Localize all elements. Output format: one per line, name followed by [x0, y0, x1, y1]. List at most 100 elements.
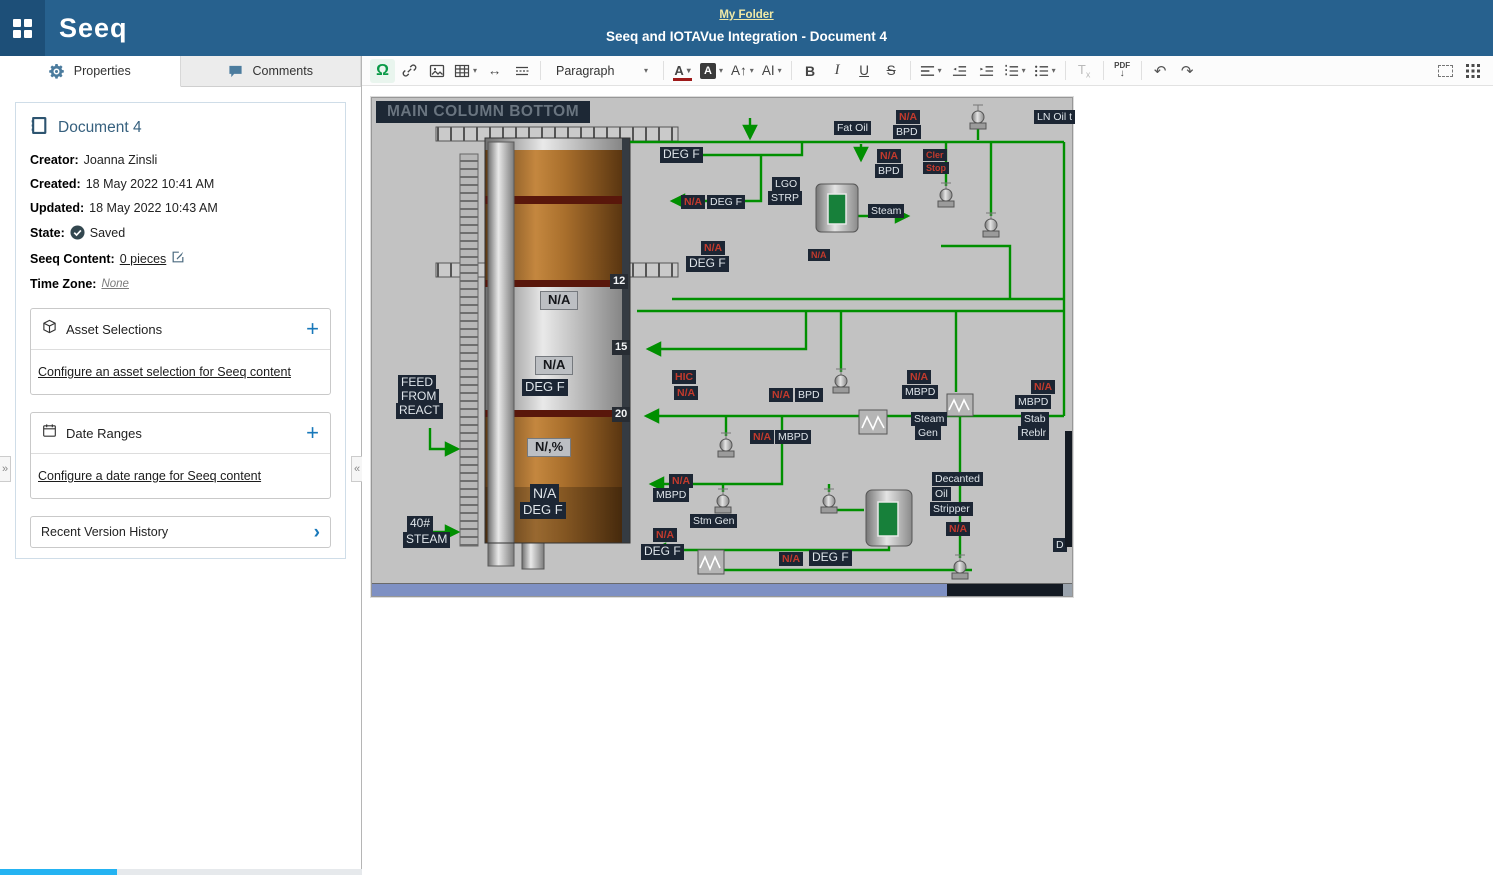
main-area: Properties Comments Document 4: [0, 56, 1493, 875]
gear-icon: [49, 63, 65, 79]
waffle-icon: [13, 19, 32, 38]
diagram-title: MAIN COLUMN BOTTOM: [376, 101, 590, 123]
top-bar: Seeq My Folder Seeq and IOTAVue Integrat…: [0, 0, 1493, 56]
field-creator-value: Joanna Zinsli: [84, 153, 158, 167]
undo-button[interactable]: ↶: [1148, 59, 1173, 83]
paragraph-style-select[interactable]: Paragraph ▾: [547, 59, 657, 83]
edit-icon[interactable]: [171, 250, 185, 267]
comment-icon: [228, 63, 244, 79]
strikethrough-button[interactable]: S: [879, 59, 904, 83]
recent-version-history[interactable]: Recent Version History ›: [30, 516, 331, 548]
properties-panel: Document 4 Creator: Joanna Zinsli Create…: [0, 87, 361, 875]
document-card-header: Document 4: [30, 116, 331, 140]
date-ranges-header: Date Ranges +: [31, 413, 330, 453]
font-size-grow-button[interactable]: A↑ ▾: [728, 59, 757, 83]
panel-expand-handle[interactable]: »: [0, 456, 11, 482]
document-card-title: Document 4: [58, 119, 142, 137]
page-break-button[interactable]: [509, 59, 534, 83]
background-color-glyph: A: [700, 63, 716, 79]
download-arrow-icon: ↓: [1120, 69, 1125, 79]
calendar-icon: [42, 423, 57, 443]
add-asset-selection-button[interactable]: +: [306, 318, 319, 340]
font-color-button[interactable]: A ▾: [670, 59, 695, 83]
date-ranges-title: Date Ranges: [66, 426, 142, 441]
toolbar-separator: [791, 61, 792, 80]
dot-grid-icon: [1465, 63, 1481, 79]
configure-date-range-link[interactable]: Configure a date range for Seeq content: [38, 469, 261, 483]
field-updated-value: 18 May 2022 10:43 AM: [89, 201, 218, 215]
seeq-logo: Seeq: [45, 0, 142, 56]
indent-icon: [979, 64, 994, 78]
timezone-link[interactable]: None: [101, 278, 129, 290]
bold-button[interactable]: B: [798, 59, 823, 83]
italic-button[interactable]: I: [825, 59, 850, 83]
chevron-down-icon: ▾: [778, 66, 782, 75]
link-icon: [402, 63, 417, 78]
field-state-value: Saved: [90, 226, 125, 240]
field-state: State: Saved: [30, 225, 331, 240]
chevron-down-icon: ▾: [473, 66, 477, 75]
chevron-right-icon: ›: [314, 523, 320, 542]
bullet-list-icon: [1034, 64, 1049, 78]
sidebar-collapse-handle[interactable]: «: [351, 456, 362, 482]
toolbar-separator: [663, 61, 664, 80]
ordered-list-icon: [1004, 64, 1019, 78]
underline-button[interactable]: U: [852, 59, 877, 83]
align-button[interactable]: ▾: [917, 59, 945, 83]
diagram-horizontal-scrollbar[interactable]: [372, 583, 1072, 596]
editor-content: Ω ▾ ↔ Paragraph ▾: [362, 56, 1493, 875]
fixed-width-view-button[interactable]: [1433, 59, 1458, 83]
insert-image-button[interactable]: [424, 59, 449, 83]
app-switcher-button[interactable]: [0, 0, 45, 56]
toolbar-separator: [540, 61, 541, 80]
configure-asset-selection-link[interactable]: Configure an asset selection for Seeq co…: [38, 365, 291, 379]
breadcrumb-my-folder[interactable]: My Folder: [719, 9, 773, 21]
tab-properties[interactable]: Properties: [0, 56, 181, 87]
field-updated: Updated: 18 May 2022 10:43 AM: [30, 201, 331, 215]
chevron-down-icon: ▾: [750, 66, 754, 75]
field-seeq-content-label: Seeq Content:: [30, 252, 115, 266]
lgo-stripper-drum: [816, 184, 858, 232]
toolbar-separator: [910, 61, 911, 80]
seeq-content-link[interactable]: 0 pieces: [120, 252, 167, 266]
scrollbar-track-dark: [947, 584, 1063, 596]
tab-comments[interactable]: Comments: [181, 56, 362, 86]
clear-formatting-button[interactable]: Tx: [1072, 59, 1097, 83]
export-pdf-button[interactable]: PDF ↓: [1110, 59, 1135, 83]
asset-selections-section: Asset Selections + Configure an asset se…: [30, 308, 331, 395]
indent-button[interactable]: [974, 59, 999, 83]
background-color-button[interactable]: A ▾: [697, 59, 726, 83]
document-canvas[interactable]: Fat OilN/ABPDLN Oil tDEG FN/ABPDClerStop…: [362, 86, 1493, 875]
bullet-list-button[interactable]: ▾: [1031, 59, 1059, 83]
sidebar: Properties Comments Document 4: [0, 56, 362, 875]
outdent-button[interactable]: [947, 59, 972, 83]
chevron-down-icon: ▾: [1052, 66, 1056, 75]
seeq-app: Seeq My Folder Seeq and IOTAVue Integrat…: [0, 0, 1493, 875]
insert-table-button[interactable]: ▾: [451, 59, 480, 83]
scrollbar-nub: [1063, 584, 1072, 596]
diagram-vertical-scrollbar[interactable]: [1065, 431, 1072, 547]
add-date-range-button[interactable]: +: [306, 422, 319, 444]
editor-toolbar: Ω ▾ ↔ Paragraph ▾: [362, 56, 1493, 86]
field-created-value: 18 May 2022 10:41 AM: [86, 177, 215, 191]
chevron-down-icon: ▾: [687, 66, 691, 75]
redo-button[interactable]: ↷: [1175, 59, 1200, 83]
field-created-label: Created:: [30, 177, 81, 191]
ordered-list-button[interactable]: ▾: [1001, 59, 1029, 83]
cube-icon: [42, 319, 57, 339]
insert-seeq-content-button[interactable]: Ω: [370, 59, 395, 83]
progress-track: [0, 869, 362, 875]
full-width-button[interactable]: ↔: [482, 59, 507, 83]
table-icon: [454, 63, 470, 79]
insert-link-button[interactable]: [397, 59, 422, 83]
field-creator-label: Creator:: [30, 153, 79, 167]
hmi-diagram-image[interactable]: Fat OilN/ABPDLN Oil tDEG FN/ABPDClerStop…: [371, 97, 1073, 597]
field-creator: Creator: Joanna Zinsli: [30, 153, 331, 167]
field-state-label: State:: [30, 226, 65, 240]
date-ranges-section: Date Ranges + Configure a date range for…: [30, 412, 331, 499]
align-left-icon: [920, 64, 935, 78]
font-size-button[interactable]: AI ▾: [759, 59, 785, 83]
toolbar-separator: [1065, 61, 1066, 80]
asset-selections-body: Configure an asset selection for Seeq co…: [31, 349, 330, 394]
grid-view-button[interactable]: [1460, 59, 1485, 83]
